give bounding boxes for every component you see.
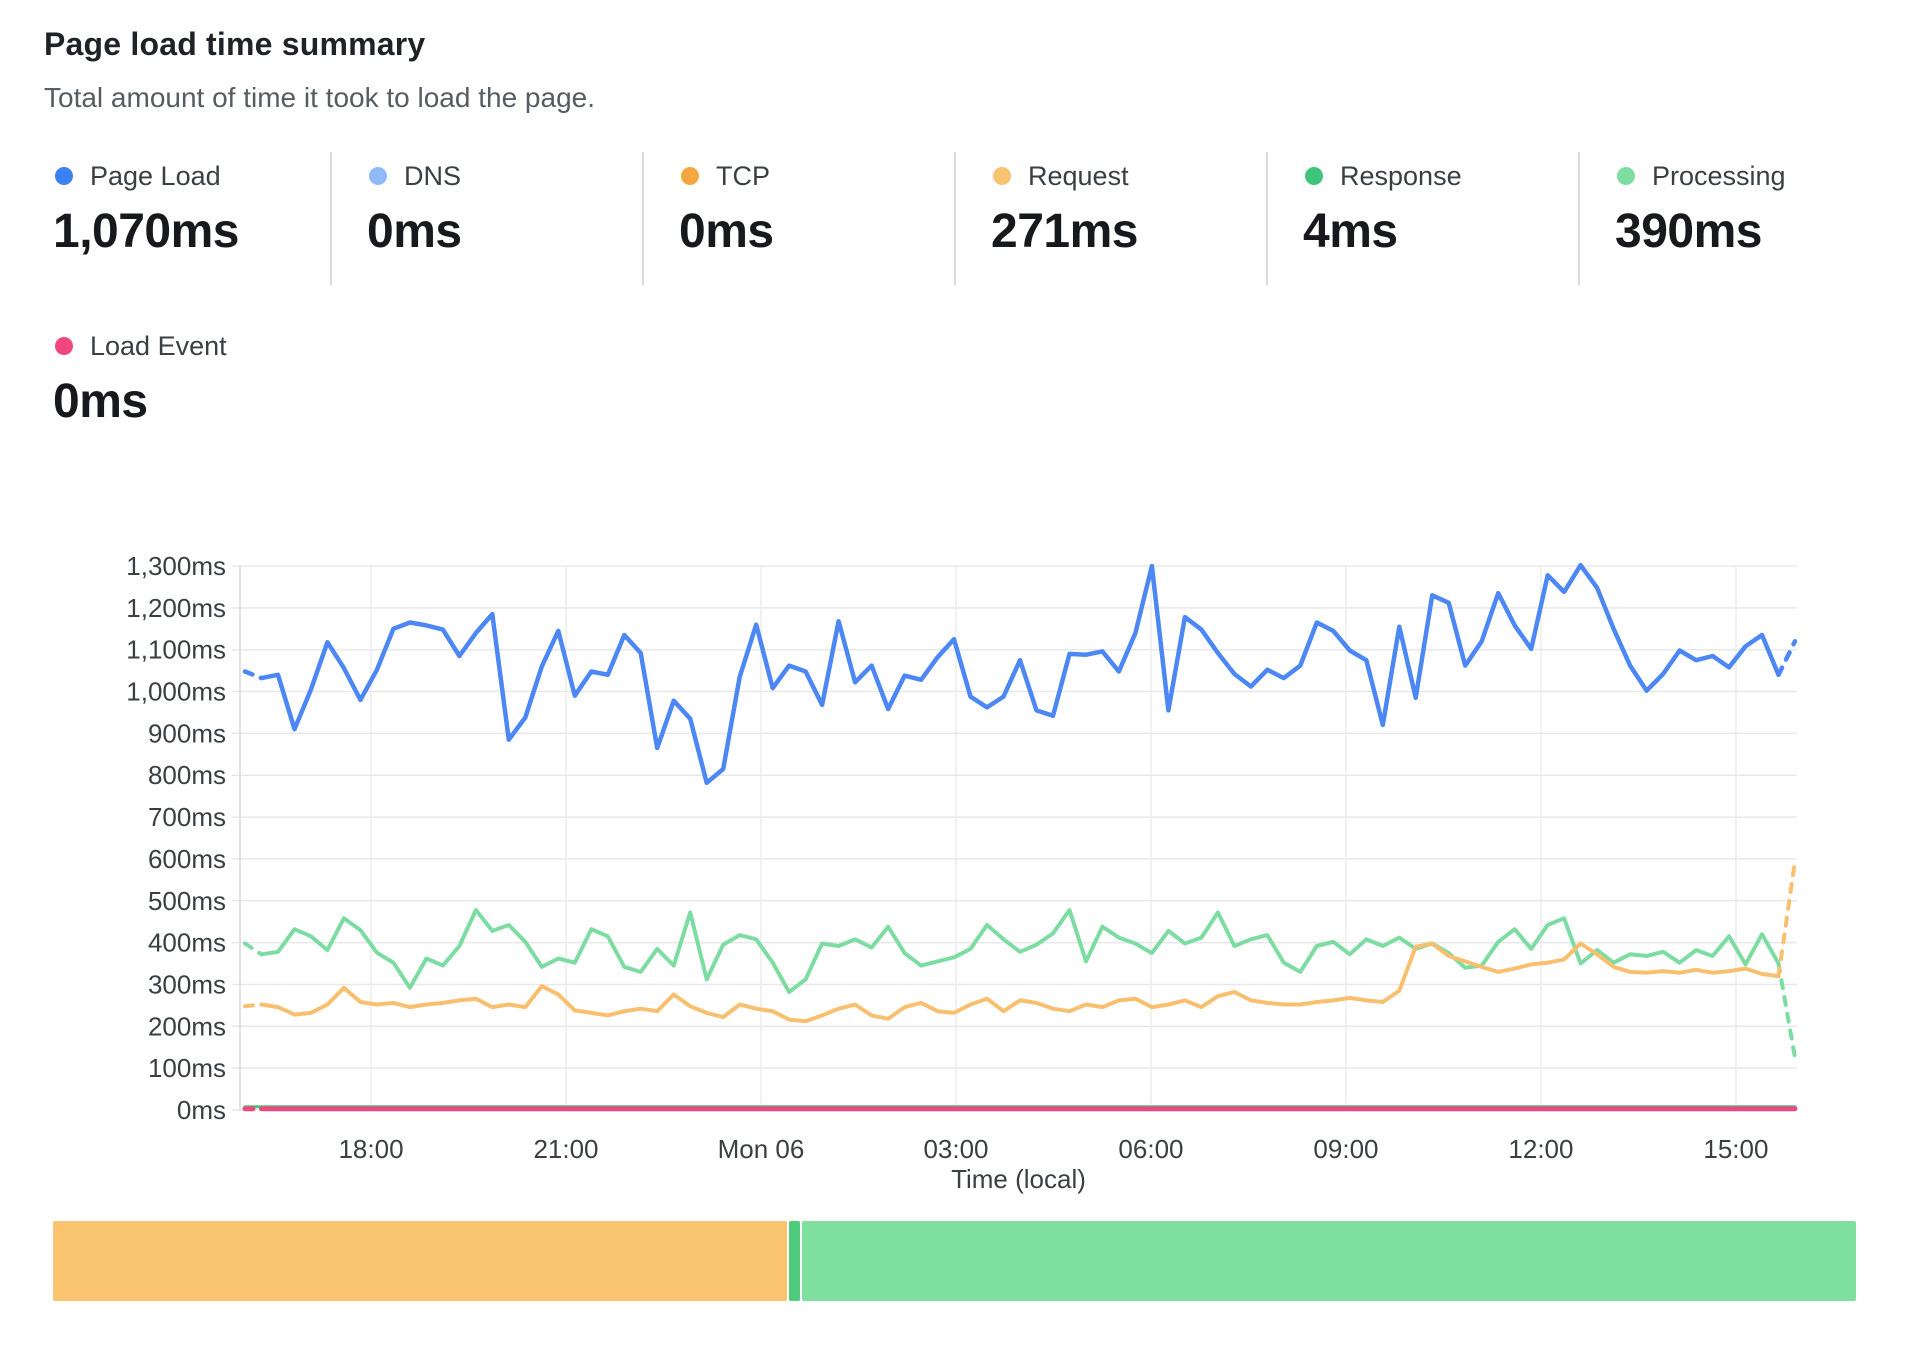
y-axis-label: 1,200ms [126, 593, 226, 623]
stat-label: Processing [1652, 161, 1786, 192]
y-axis-label: 1,100ms [126, 635, 226, 665]
dns-legend-dot [369, 167, 387, 185]
load-time-line-chart[interactable]: 0ms 100ms 200ms 300ms 400ms 500ms 600ms 700ms 80… [0, 440, 1910, 1240]
range-segment-response[interactable] [789, 1221, 800, 1301]
stat-tcp: TCP 0ms [679, 160, 774, 259]
stat-label: Request [1028, 161, 1129, 192]
y-axis-label: 0ms [177, 1095, 226, 1125]
stat-value: 1,070ms [53, 204, 239, 259]
page-load-legend-dot [55, 167, 73, 185]
request-legend-dot [993, 167, 1011, 185]
stat-divider [1578, 152, 1580, 285]
processing-legend-dot [1617, 167, 1635, 185]
x-axis-label: 09:00 [1313, 1134, 1378, 1164]
stat-divider [1266, 152, 1268, 285]
y-axis-label: 400ms [148, 928, 226, 958]
series-request [245, 1005, 262, 1007]
stat-value: 271ms [991, 204, 1138, 259]
stat-value: 4ms [1303, 204, 1462, 259]
range-segment-request[interactable] [53, 1221, 787, 1301]
page-subtitle: Total amount of time it took to load the… [44, 82, 595, 114]
stat-divider [954, 152, 956, 285]
stat-dns: DNS 0ms [367, 160, 462, 259]
x-axis-label: 03:00 [923, 1134, 988, 1164]
stat-value: 0ms [53, 374, 227, 429]
y-axis-label: 900ms [148, 718, 226, 748]
stat-processing: Processing 390ms [1615, 160, 1786, 259]
series-page-load [262, 565, 1779, 783]
stat-value: 390ms [1615, 204, 1786, 259]
time-range-bar[interactable] [53, 1221, 1856, 1301]
series-processing [262, 910, 1779, 992]
response-legend-dot [1305, 167, 1323, 185]
series-request [262, 944, 1779, 1022]
y-axis-label: 500ms [148, 886, 226, 916]
y-axis-label: 200ms [148, 1011, 226, 1041]
stat-page-load: Page Load 1,070ms [53, 160, 239, 259]
stat-divider [642, 152, 644, 285]
series-page-load [245, 672, 262, 679]
x-axis-label: 12:00 [1508, 1134, 1573, 1164]
x-axis-label: 18:00 [338, 1134, 403, 1164]
y-axis-label: 700ms [148, 802, 226, 832]
y-axis-label: 1,300ms [126, 551, 226, 581]
y-axis-label: 100ms [148, 1053, 226, 1083]
x-axis-label: Mon 06 [718, 1134, 805, 1164]
page-load-summary-panel: Page load time summary Total amount of t… [0, 0, 1910, 1352]
series-page-load [1779, 641, 1796, 675]
stat-label: DNS [404, 161, 461, 192]
chart-canvas[interactable]: 0ms 100ms 200ms 300ms 400ms 500ms 600ms 700ms 80… [0, 440, 1910, 1240]
tcp-legend-dot [681, 167, 699, 185]
page-title: Page load time summary [44, 26, 425, 63]
y-axis-label: 800ms [148, 760, 226, 790]
y-axis-label: 1,000ms [126, 677, 226, 707]
stat-divider [330, 152, 332, 285]
load-event-legend-dot [55, 337, 73, 355]
stat-label: Load Event [90, 331, 227, 362]
stat-value: 0ms [367, 204, 462, 259]
x-axis-label: 06:00 [1118, 1134, 1183, 1164]
stat-label: Response [1340, 161, 1462, 192]
stat-request: Request 271ms [991, 160, 1138, 259]
x-axis-title: Time (local) [951, 1164, 1086, 1194]
y-axis-label: 600ms [148, 844, 226, 874]
x-axis-label: 21:00 [533, 1134, 598, 1164]
stat-label: TCP [716, 161, 770, 192]
series-request [1779, 861, 1796, 976]
y-axis-label: 300ms [148, 969, 226, 999]
stat-response: Response 4ms [1303, 160, 1462, 259]
stat-value: 0ms [679, 204, 774, 259]
stat-load-event: Load Event 0ms [53, 330, 227, 429]
stat-label: Page Load [90, 161, 221, 192]
x-axis-label: 15:00 [1703, 1134, 1768, 1164]
series-processing [245, 944, 262, 955]
series-processing [1779, 964, 1796, 1058]
range-segment-processing[interactable] [802, 1221, 1856, 1301]
